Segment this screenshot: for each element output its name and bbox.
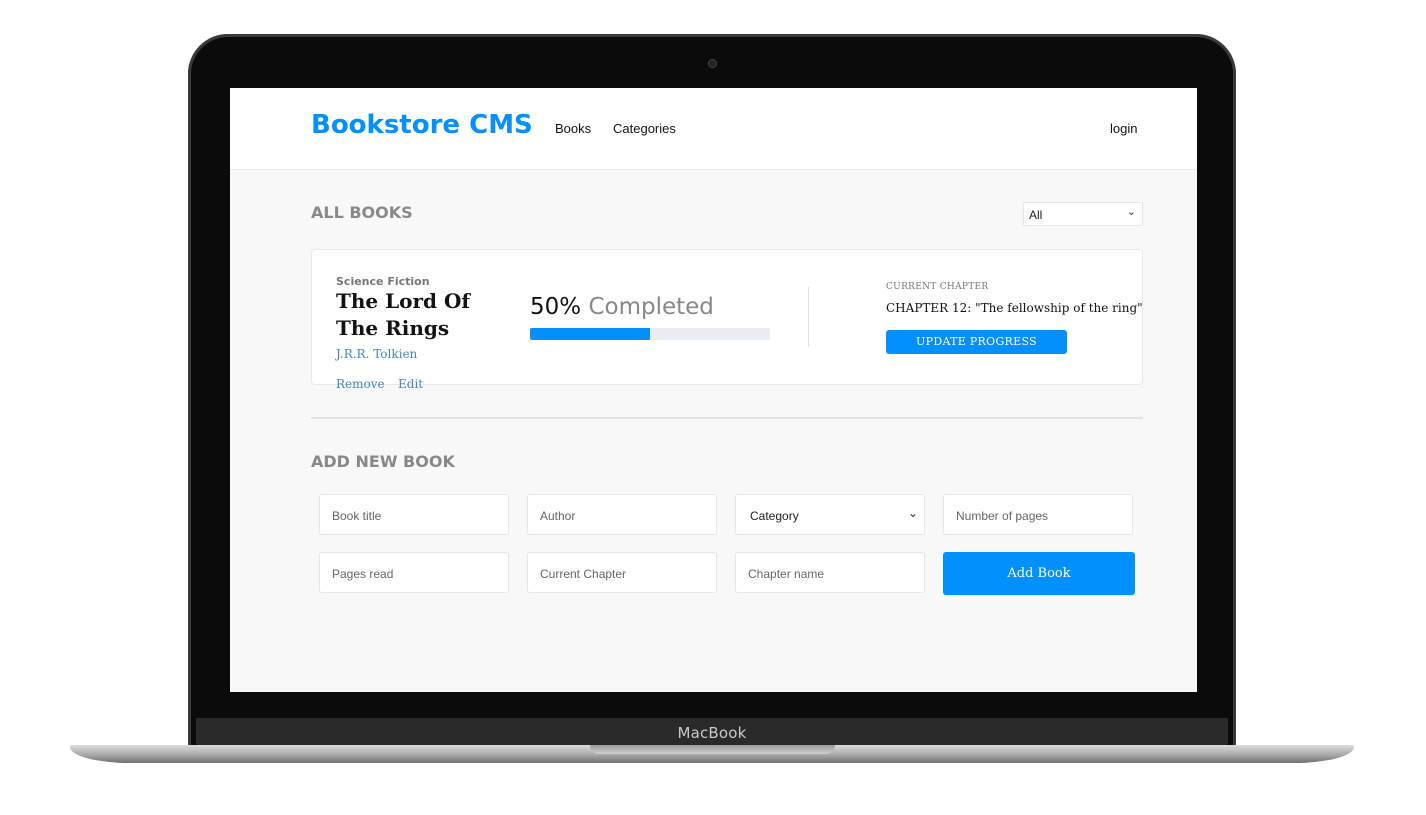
pages-placeholder: Number of pages xyxy=(956,509,1049,523)
book-title-placeholder: Book title xyxy=(332,509,382,523)
nav-books-link[interactable]: Books xyxy=(555,121,591,136)
app-screen: Bookstore CMS Books Categories login ALL… xyxy=(230,88,1197,692)
add-book-heading: ADD NEW BOOK xyxy=(311,452,455,471)
chapter-name-input[interactable]: Chapter name xyxy=(735,552,925,593)
nav-categories-link[interactable]: Categories xyxy=(613,121,676,136)
current-chapter-value: CHAPTER 12: "The fellowship of the ring" xyxy=(886,301,1143,315)
book-title-input[interactable]: Book title xyxy=(319,494,509,535)
site-header: Bookstore CMS Books Categories login xyxy=(230,88,1197,170)
all-books-heading: ALL BOOKS xyxy=(311,203,413,222)
login-link[interactable]: login xyxy=(1110,121,1137,136)
chapter-name-placeholder: Chapter name xyxy=(748,567,825,581)
current-chapter-input[interactable]: Current Chapter xyxy=(527,552,717,593)
filter-selected-value: All xyxy=(1029,208,1043,222)
chevron-down-icon: ⌄ xyxy=(1126,206,1136,218)
current-chapter-placeholder: Current Chapter xyxy=(540,567,627,581)
camera-icon xyxy=(709,60,716,67)
category-select[interactable]: Category ⌄ xyxy=(735,494,925,535)
book-genre: Science Fiction xyxy=(336,275,430,288)
author-input[interactable]: Author xyxy=(527,494,717,535)
pages-input[interactable]: Number of pages xyxy=(943,494,1133,535)
update-progress-button[interactable]: UPDATE PROGRESS xyxy=(886,330,1067,354)
site-logo[interactable]: Bookstore CMS xyxy=(311,110,533,140)
book-author: J.R.R. Tolkien xyxy=(336,347,418,361)
remove-book-button[interactable]: Remove xyxy=(336,377,385,391)
edit-book-button[interactable]: Edit xyxy=(398,377,423,391)
laptop-brand: MacBook xyxy=(677,724,747,742)
book-card: Science Fiction The Lord Of The Rings J.… xyxy=(311,249,1143,391)
section-divider xyxy=(311,417,1143,419)
chevron-down-icon: ⌄ xyxy=(907,506,918,520)
progress-text: 50% Completed xyxy=(530,294,714,320)
card-divider xyxy=(808,287,809,347)
current-chapter-label: CURRENT CHAPTER xyxy=(886,282,989,292)
pages-read-input[interactable]: Pages read xyxy=(319,552,509,593)
category-placeholder: Category xyxy=(750,509,799,523)
author-placeholder: Author xyxy=(540,509,576,523)
pages-read-placeholder: Pages read xyxy=(332,567,394,581)
category-filter-select[interactable]: All ⌄ xyxy=(1023,202,1143,226)
progress-percent: 50% xyxy=(530,294,582,320)
laptop-notch xyxy=(590,745,835,754)
add-book-button[interactable]: Add Book xyxy=(943,552,1135,595)
progress-bar-fill xyxy=(530,328,650,340)
progress-label: Completed xyxy=(588,294,714,320)
progress-bar xyxy=(530,328,770,340)
book-title: The Lord Of The Rings xyxy=(336,289,471,340)
